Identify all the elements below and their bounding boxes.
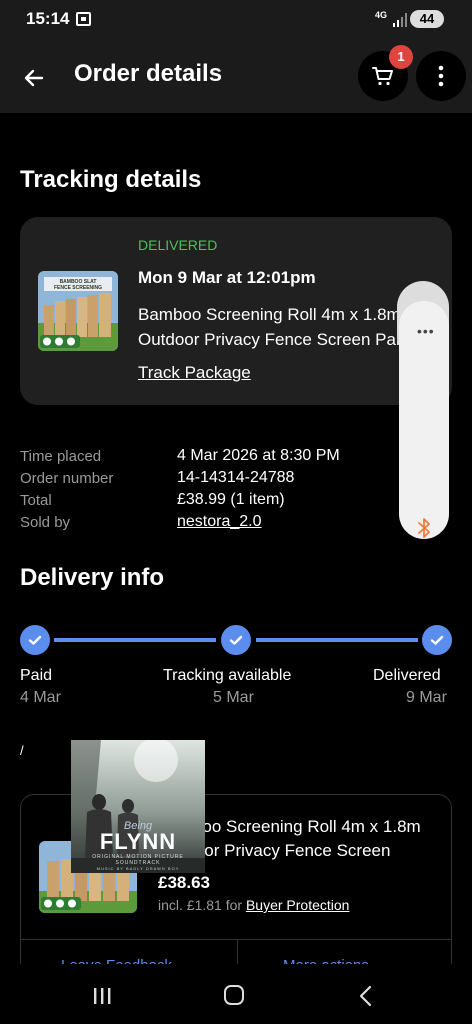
album-subtitle: ORIGINAL MOTION PICTURE SOUNDTRACK xyxy=(92,854,184,866)
partial-heading-fragment: / xyxy=(20,743,24,758)
more-options-button[interactable] xyxy=(416,51,466,101)
album-caption: Being FLYNN ORIGINAL MOTION PICTURE SOUN… xyxy=(71,820,205,871)
step-tracking-check xyxy=(221,625,251,655)
arrow-left-icon xyxy=(24,69,44,87)
drag-handle-icon[interactable]: ••• xyxy=(417,323,435,339)
item-price: £38.63 xyxy=(158,873,210,892)
album-credit: MUSIC BY BADLY DRAWN BOY xyxy=(96,866,180,871)
more-vertical-icon xyxy=(438,65,444,87)
thumb-text-2: FENCE SCREENING xyxy=(54,285,102,291)
status-time: 15:14 xyxy=(26,9,70,28)
tracking-card: DELIVERED BAMBOO SLAT FENCE SCREENING Mo… xyxy=(20,217,452,405)
home-icon[interactable] xyxy=(224,985,244,1005)
buyer-protection-link[interactable]: Buyer Protection xyxy=(246,897,350,913)
status-bar: 15:14 4G 44 xyxy=(0,0,472,40)
tracking-heading: Tracking details xyxy=(20,166,202,193)
time-placed-label: Time placed xyxy=(20,448,102,465)
delivered-date: Mon 9 Mar at 12:01pm xyxy=(138,268,316,287)
total-label: Total xyxy=(20,492,52,509)
track-package-link[interactable]: Track Package xyxy=(138,363,251,383)
bluetooth-icon[interactable] xyxy=(415,517,433,539)
step-paid-label: Paid xyxy=(20,667,53,684)
side-panel-front: ••• xyxy=(399,301,449,539)
step-tracking-date: 5 Mar xyxy=(213,689,254,706)
battery-indicator: 44 xyxy=(410,10,444,28)
album-art-overlay[interactable]: Being FLYNN ORIGINAL MOTION PICTURE SOUN… xyxy=(71,740,205,873)
step-delivered-check xyxy=(422,625,452,655)
total-value: £38.99 (1 item) xyxy=(177,491,285,508)
step-paid-check xyxy=(20,625,50,655)
cart-count-badge: 1 xyxy=(389,45,413,69)
seller-link[interactable]: nestora_2.0 xyxy=(177,513,262,531)
signal-icon xyxy=(393,13,407,27)
order-number-label: Order number xyxy=(20,470,114,487)
fee-text: incl. £1.81 for xyxy=(158,897,243,913)
floating-side-panel[interactable]: ••• xyxy=(397,281,449,541)
step-paid-date: 4 Mar xyxy=(20,689,61,706)
progress-line-2 xyxy=(256,638,418,642)
system-nav-bar xyxy=(0,964,472,1024)
time-placed-value: 4 Mar 2026 at 8:30 PM xyxy=(177,447,340,464)
album-title: FLYNN xyxy=(99,829,177,854)
progress-line-1 xyxy=(54,638,216,642)
network-type: 4G xyxy=(375,10,388,20)
sold-by-label: Sold by xyxy=(20,514,71,531)
check-icon xyxy=(229,635,243,645)
step-delivered-label: Delivered xyxy=(373,667,441,684)
screen-capture-icon xyxy=(76,12,91,26)
buyer-protection-note: incl. £1.81 for Buyer Protection xyxy=(158,897,349,913)
step-tracking-label: Tracking available xyxy=(163,667,292,684)
page-title: Order details xyxy=(74,60,223,87)
cart-icon xyxy=(372,67,393,86)
check-icon xyxy=(28,635,42,645)
delivery-status: DELIVERED xyxy=(138,237,218,253)
delivery-heading: Delivery info xyxy=(20,564,165,591)
product-thumbnail[interactable]: BAMBOO SLAT FENCE SCREENING xyxy=(38,271,118,351)
delivery-progress xyxy=(20,625,452,655)
step-delivered-date: 9 Mar xyxy=(406,689,447,706)
check-icon xyxy=(430,635,444,645)
recent-apps-icon[interactable] xyxy=(92,986,112,1006)
bamboo-fence-image: BAMBOO SLAT FENCE SCREENING xyxy=(38,271,118,351)
app-bar: Order details 1 xyxy=(0,40,472,113)
back-button[interactable] xyxy=(14,58,54,98)
nav-back-icon[interactable] xyxy=(358,985,374,1007)
order-number-value: 14-14314-24788 xyxy=(177,469,295,486)
